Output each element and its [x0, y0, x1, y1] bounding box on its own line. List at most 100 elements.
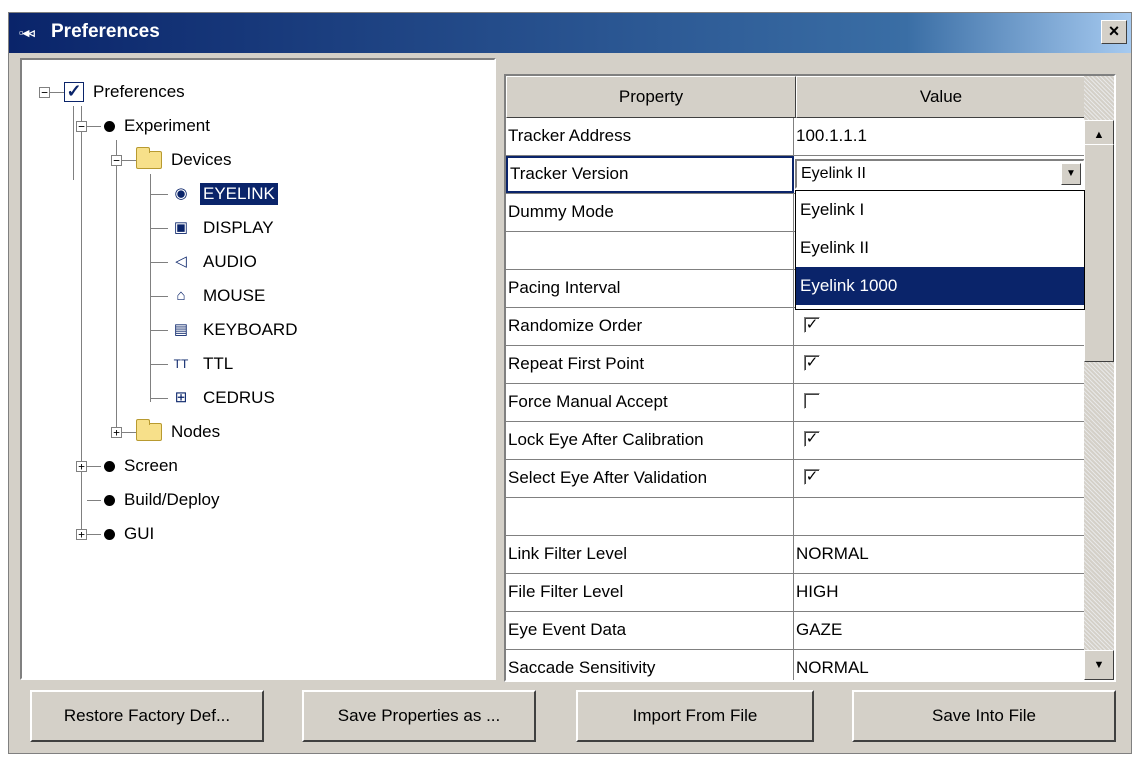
tree-item-gui[interactable]: GUI [104, 519, 157, 549]
bullet-icon [104, 528, 115, 540]
property-name: Force Manual Accept [506, 384, 794, 421]
checkbox[interactable]: ✓ [804, 355, 820, 371]
tree-item-nodes[interactable]: Nodes [136, 417, 223, 447]
tree-item-label: EYELINK [200, 183, 278, 205]
dropdown-arrow-icon[interactable]: ▼ [1061, 163, 1081, 185]
tree-item-label: KEYBOARD [203, 320, 298, 339]
property-name [506, 232, 794, 269]
close-button[interactable]: × [1101, 20, 1127, 44]
tree-item-label: CEDRUS [203, 388, 275, 407]
tree-item-label: Screen [124, 456, 178, 475]
tree-item-label: DISPLAY [203, 218, 274, 237]
select-value: Eyelink II [801, 165, 866, 182]
property-value[interactable]: NORMAL [794, 536, 1086, 573]
checkbox[interactable]: ✓ [804, 431, 820, 447]
tree-item-devices[interactable]: Devices [136, 145, 234, 175]
property-name: Eye Event Data [506, 612, 794, 649]
collapse-toggle[interactable]: − [39, 87, 50, 98]
property-value: ✓ [794, 460, 1086, 497]
dropdown-option[interactable]: Eyelink I [796, 191, 1084, 229]
table-row[interactable]: Randomize Order ✓ [506, 308, 1086, 346]
table-row[interactable] [506, 498, 1086, 536]
tree-line [150, 174, 151, 402]
tree-line [87, 534, 101, 535]
table-row[interactable]: Saccade Sensitivity NORMAL [506, 650, 1086, 680]
property-value[interactable] [794, 498, 1086, 535]
tree-line [87, 466, 101, 467]
tree-line [87, 126, 101, 127]
property-name: Repeat First Point [506, 346, 794, 383]
tree-item-mouse[interactable]: ⌂ MOUSE [168, 281, 268, 311]
property-value[interactable]: 100.1.1.1 [794, 118, 1086, 155]
expand-toggle[interactable]: + [111, 427, 122, 438]
property-name: Select Eye After Validation [506, 460, 794, 497]
property-value[interactable]: HIGH [794, 574, 1086, 611]
table-row[interactable]: Select Eye After Validation ✓ [506, 460, 1086, 498]
table-row[interactable]: Link Filter Level NORMAL [506, 536, 1086, 574]
table-row[interactable]: Eye Event Data GAZE [506, 612, 1086, 650]
app-icon: ▫◂◃ [19, 25, 35, 40]
tree-line [122, 432, 136, 433]
tree-item-experiment[interactable]: Experiment [104, 111, 213, 141]
tree-item-eyelink[interactable]: ◉ EYELINK [168, 179, 278, 209]
property-grid-panel: Property Value Tracker Address 100.1.1.1… [504, 74, 1116, 682]
title-bar[interactable]: ▫◂◃ Preferences × [9, 13, 1131, 53]
tree-line [73, 106, 74, 180]
keyboard-icon: ▤ [173, 321, 189, 338]
scroll-down-icon[interactable]: ▼ [1084, 650, 1114, 680]
tree-item-audio[interactable]: ◁ AUDIO [168, 247, 260, 277]
preferences-tree: − − − + + + ✓ Preferences Experiment Dev… [22, 60, 494, 678]
header-value[interactable]: Value [796, 76, 1086, 118]
property-value[interactable]: GAZE [794, 612, 1086, 649]
checkmark-icon: ✓ [64, 82, 84, 102]
tree-item-preferences[interactable]: ✓ Preferences [64, 77, 188, 107]
tree-line [116, 140, 117, 436]
header-property[interactable]: Property [506, 76, 796, 118]
tracker-version-dropdown: Eyelink I Eyelink II Eyelink 1000 [795, 190, 1085, 310]
tree-line [81, 106, 82, 538]
expand-toggle[interactable]: + [76, 529, 87, 540]
property-name: Lock Eye After Calibration [506, 422, 794, 459]
table-row[interactable]: Lock Eye After Calibration ✓ [506, 422, 1086, 460]
collapse-toggle[interactable]: − [111, 155, 122, 166]
collapse-toggle[interactable]: − [76, 121, 87, 132]
property-value: ✓ [794, 422, 1086, 459]
vertical-scrollbar[interactable]: ▲ ▼ [1084, 76, 1114, 680]
eye-icon: ◉ [174, 185, 188, 202]
tree-line [150, 228, 168, 229]
save-properties-as-button[interactable]: Save Properties as ... [302, 690, 536, 742]
import-from-file-button[interactable]: Import From File [576, 690, 814, 742]
checkbox[interactable] [804, 393, 820, 409]
tree-line [150, 262, 168, 263]
folder-icon [136, 419, 162, 441]
tree-item-display[interactable]: ▣ DISPLAY [168, 213, 277, 243]
tree-item-screen[interactable]: Screen [104, 451, 181, 481]
table-row[interactable]: File Filter Level HIGH [506, 574, 1086, 612]
tree-item-cedrus[interactable]: ⊞ CEDRUS [168, 383, 278, 413]
checkbox[interactable]: ✓ [804, 469, 820, 485]
table-row[interactable]: Tracker Address 100.1.1.1 [506, 118, 1086, 156]
restore-factory-defaults-button[interactable]: Restore Factory Def... [30, 690, 264, 742]
tree-item-keyboard[interactable]: ▤ KEYBOARD [168, 315, 300, 345]
tree-line [87, 500, 101, 501]
property-name: Randomize Order [506, 308, 794, 345]
checkbox[interactable]: ✓ [804, 317, 820, 333]
property-name: Pacing Interval [506, 270, 794, 307]
save-into-file-button[interactable]: Save Into File [852, 690, 1116, 742]
tree-line [150, 330, 168, 331]
tree-item-label: GUI [124, 524, 155, 543]
tracker-version-select[interactable]: Eyelink II ▼ [795, 159, 1085, 189]
expand-toggle[interactable]: + [76, 461, 87, 472]
tree-item-label: Preferences [93, 82, 185, 101]
dropdown-option-highlighted[interactable]: Eyelink 1000 [796, 267, 1084, 305]
tree-item-build-deploy[interactable]: Build/Deploy [104, 485, 222, 515]
scroll-thumb[interactable] [1084, 144, 1114, 362]
property-value [794, 384, 1086, 421]
property-value[interactable]: NORMAL [794, 650, 1086, 680]
table-row[interactable]: Force Manual Accept [506, 384, 1086, 422]
tree-item-ttl[interactable]: TT TTL [168, 349, 236, 379]
table-row[interactable]: Tracker Version Eyelink II ▼ [506, 156, 1086, 194]
table-row[interactable]: Repeat First Point ✓ [506, 346, 1086, 384]
monitor-icon: ▣ [173, 219, 189, 236]
dropdown-option[interactable]: Eyelink II [796, 229, 1084, 267]
